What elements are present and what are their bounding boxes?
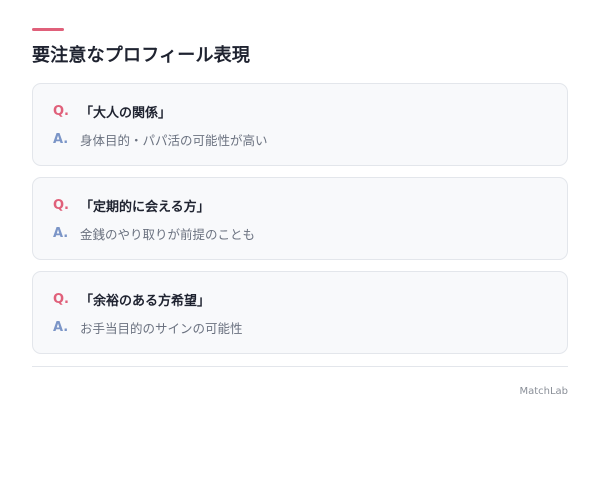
qa-list: Q. 「大人の関係」 A. 身体目的・パパ活の可能性が高い Q. 「定期的に会え… [32, 83, 568, 365]
question-text: 「大人の関係」 [80, 105, 172, 121]
question-text: 「定期的に会える方」 [80, 199, 210, 215]
qa-card: Q. 「定期的に会える方」 A. 金銭のやり取りが前提のことも [32, 177, 568, 260]
footer-divider [32, 366, 568, 367]
page-title: 要注意なプロフィール表現 [32, 45, 251, 66]
question-mark-label: Q. [53, 103, 69, 119]
question-mark-label: Q. [53, 197, 69, 213]
answer-mark-label: A. [53, 319, 69, 335]
question-row: Q. 「余裕のある方希望」 [53, 289, 210, 309]
answer-row: A. 身体目的・パパ活の可能性が高い [53, 129, 268, 149]
answer-mark-label: A. [53, 225, 69, 241]
answer-text: お手当目的のサインの可能性 [80, 320, 243, 336]
answer-row: A. 金銭のやり取りが前提のことも [53, 223, 255, 243]
answer-mark-label: A. [53, 131, 69, 147]
answer-text: 身体目的・パパ活の可能性が高い [80, 132, 268, 148]
qa-card: Q. 「余裕のある方希望」 A. お手当目的のサインの可能性 [32, 271, 568, 354]
question-row: Q. 「定期的に会える方」 [53, 195, 210, 215]
answer-row: A. お手当目的のサインの可能性 [53, 317, 243, 337]
qa-card: Q. 「大人の関係」 A. 身体目的・パパ活の可能性が高い [32, 83, 568, 166]
question-mark-label: Q. [53, 291, 69, 307]
question-row: Q. 「大人の関係」 [53, 101, 171, 121]
footer-brand: MatchLab [519, 386, 568, 397]
answer-text: 金銭のやり取りが前提のことも [80, 226, 256, 242]
title-accent-bar [32, 28, 64, 31]
question-text: 「余裕のある方希望」 [80, 293, 211, 309]
